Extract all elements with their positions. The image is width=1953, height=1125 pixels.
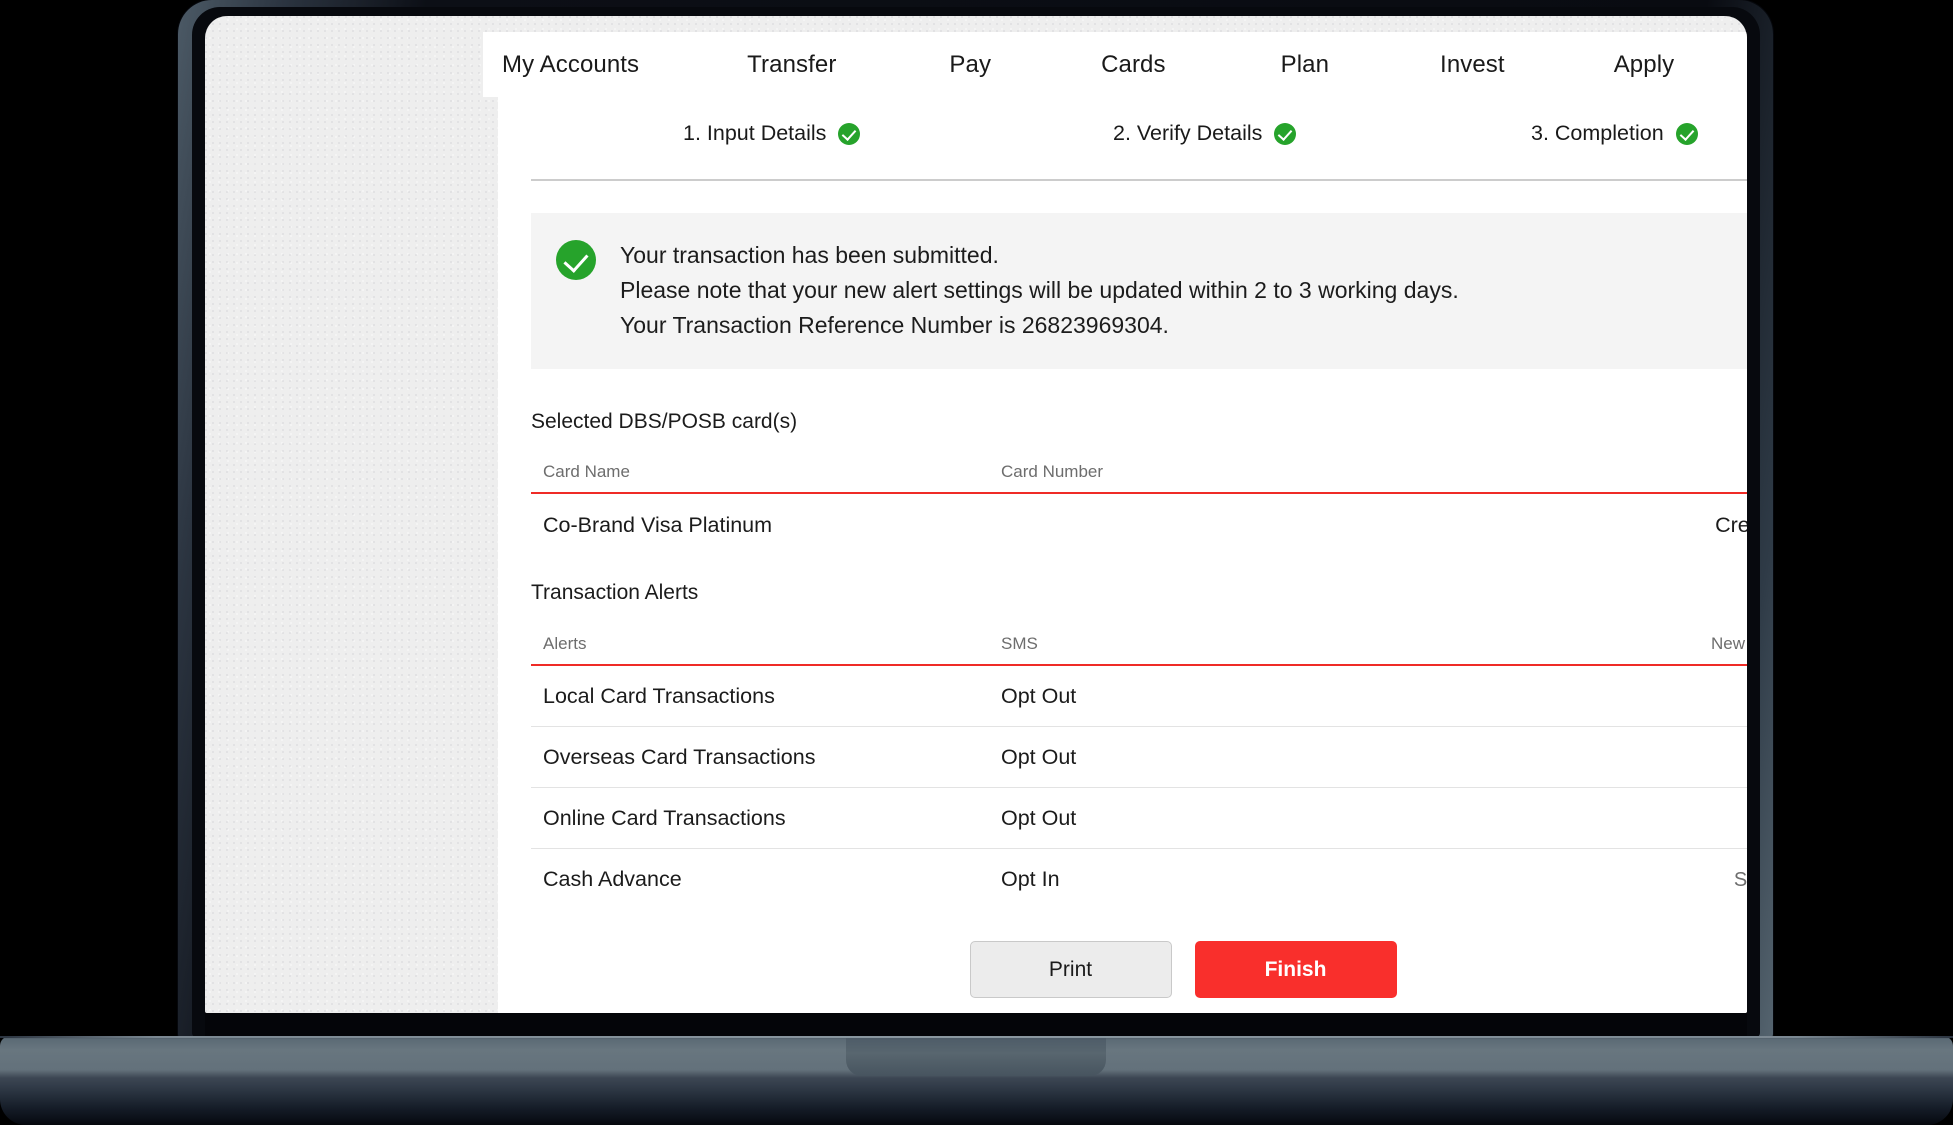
transaction-alerts-table-header: Alerts SMS New Threshold: [531, 634, 1747, 665]
selected-cards-table-header: Card Name Card Number Card Type: [531, 462, 1747, 493]
success-line-2: Please note that your new alert settings…: [620, 273, 1459, 308]
check-circle-icon: [838, 123, 860, 145]
laptop-device-mockup: My Accounts Transfer Pay Cards Plan Inve…: [0, 0, 1953, 1125]
table-row: Online Card Transactions Opt Out -: [531, 788, 1747, 849]
nav-item-apply[interactable]: Apply: [1614, 51, 1675, 79]
nav-item-plan[interactable]: Plan: [1281, 51, 1329, 79]
step-3-label: 3. Completion: [1531, 121, 1664, 146]
column-header-sms: SMS: [1001, 634, 1561, 665]
cell-threshold: -: [1561, 665, 1747, 727]
cell-alert-name: Local Card Transactions: [531, 665, 1001, 727]
selected-cards-table: Card Name Card Number Card Type Co-Brand…: [531, 462, 1747, 548]
success-message-text: Your transaction has been submitted. Ple…: [620, 238, 1459, 343]
column-header-card-number: Card Number: [1001, 462, 1561, 493]
column-header-new-threshold: New Threshold: [1561, 634, 1747, 665]
selected-cards-table-body: Co-Brand Visa Platinum Credit Card: [531, 493, 1747, 548]
transaction-alerts-title: Transaction Alerts: [531, 581, 1747, 605]
table-row: Co-Brand Visa Platinum Credit Card: [531, 493, 1747, 548]
cell-sms-status: Opt Out: [1001, 788, 1561, 849]
selected-cards-title: Selected DBS/POSB card(s): [531, 410, 1747, 434]
step-input-details[interactable]: 1. Input Details: [683, 121, 860, 146]
table-header-row: Card Name Card Number Card Type: [531, 462, 1747, 493]
laptop-base: [0, 1036, 1953, 1125]
column-header-card-type: Card Type: [1561, 462, 1747, 493]
success-line-1: Your transaction has been submitted.: [620, 238, 1459, 273]
action-buttons: Print Finish: [498, 941, 1747, 998]
success-line-3: Your Transaction Reference Number is 268…: [620, 308, 1459, 343]
cell-card-name: Co-Brand Visa Platinum: [531, 493, 1001, 548]
threshold-currency: SGD: [1734, 869, 1747, 891]
transaction-success-banner: Your transaction has been submitted. Ple…: [531, 213, 1747, 369]
step-1-label: 1. Input Details: [683, 121, 826, 146]
cell-threshold: SGD 1.00: [1561, 849, 1747, 910]
cell-alert-name: Overseas Card Transactions: [531, 727, 1001, 788]
table-row: Overseas Card Transactions Opt Out -: [531, 727, 1747, 788]
nav-item-transfer[interactable]: Transfer: [747, 51, 836, 79]
nav-item-invest[interactable]: Invest: [1440, 51, 1505, 79]
laptop-screen: My Accounts Transfer Pay Cards Plan Inve…: [205, 16, 1747, 1013]
column-header-card-name: Card Name: [531, 462, 1001, 493]
cell-threshold: -: [1561, 788, 1747, 849]
finish-button[interactable]: Finish: [1195, 941, 1397, 998]
check-circle-icon: [1676, 123, 1698, 145]
column-header-alerts: Alerts: [531, 634, 1001, 665]
check-circle-icon: [1274, 123, 1296, 145]
transaction-alerts-table-body: Local Card Transactions Opt Out - Overse…: [531, 665, 1747, 909]
cell-alert-name: Cash Advance: [531, 849, 1001, 910]
transaction-alerts-table: Alerts SMS New Threshold Local Card Tran…: [531, 634, 1747, 909]
cell-threshold: -: [1561, 727, 1747, 788]
cell-card-type: Credit Card: [1561, 493, 1747, 548]
nav-item-cards[interactable]: Cards: [1101, 51, 1166, 79]
cell-sms-status: Opt In: [1001, 849, 1561, 910]
laptop-base-notch: [846, 1038, 1106, 1076]
table-header-row: Alerts SMS New Threshold: [531, 634, 1747, 665]
step-completion[interactable]: 3. Completion: [1531, 121, 1698, 146]
cell-card-number: [1001, 493, 1561, 548]
page-content: 1. Input Details 2. Verify Details 3. Co…: [498, 97, 1747, 1013]
table-row: Local Card Transactions Opt Out -: [531, 665, 1747, 727]
nav-item-pay[interactable]: Pay: [949, 51, 991, 79]
main-navigation-bar: My Accounts Transfer Pay Cards Plan Inve…: [483, 32, 1747, 97]
nav-item-my-accounts[interactable]: My Accounts: [502, 51, 639, 79]
print-button[interactable]: Print: [970, 941, 1172, 998]
cell-alert-name: Online Card Transactions: [531, 788, 1001, 849]
cell-sms-status: Opt Out: [1001, 665, 1561, 727]
cell-sms-status: Opt Out: [1001, 727, 1561, 788]
step-verify-details[interactable]: 2. Verify Details: [1113, 121, 1296, 146]
step-2-label: 2. Verify Details: [1113, 121, 1262, 146]
check-circle-icon: [556, 240, 596, 280]
table-row: Cash Advance Opt In SGD 1.00: [531, 849, 1747, 910]
step-progress-indicator: 1. Input Details 2. Verify Details 3. Co…: [531, 97, 1747, 181]
